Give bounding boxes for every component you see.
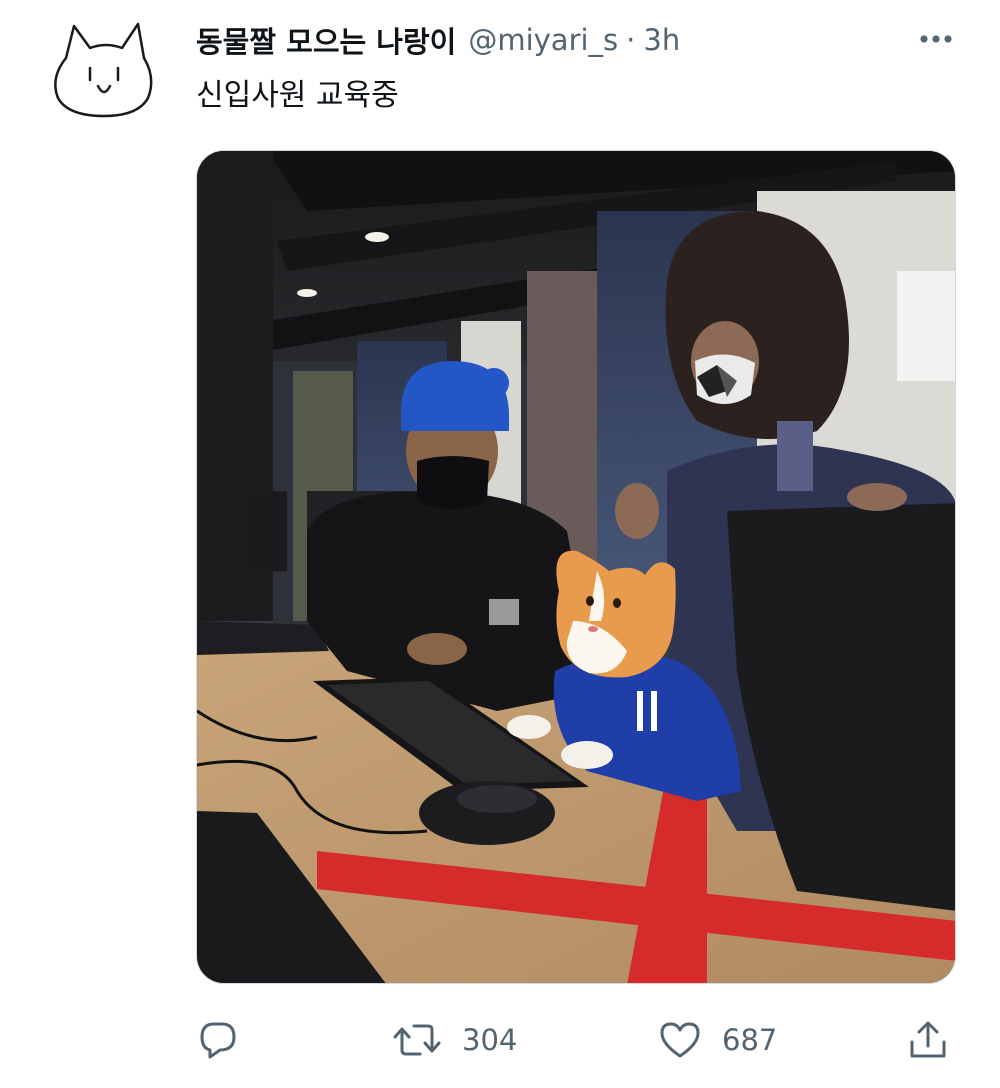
- tweet-text: 신입사원 교육중: [196, 78, 399, 113]
- retweet-count: 304: [462, 1023, 518, 1057]
- retweet-icon: [393, 1024, 441, 1056]
- heart-icon: [660, 1022, 700, 1058]
- office-cat-photo: [197, 151, 955, 983]
- tweet-timestamp[interactable]: 3h: [643, 23, 680, 57]
- share-button[interactable]: [906, 1014, 950, 1066]
- tweet[interactable]: 동물짤 모으는 나랑이 @miyari_s · 3h 신입사원 교육중 304 …: [0, 0, 1000, 1088]
- reply-icon: [200, 1022, 236, 1059]
- more-horizontal-icon: [920, 35, 952, 43]
- like-count: 687: [722, 1023, 778, 1057]
- reply-button[interactable]: [196, 1014, 240, 1066]
- cat-doodle-avatar-icon: [54, 22, 153, 118]
- like-button[interactable]: 687: [658, 1014, 777, 1066]
- tweet-actions: 304 687: [196, 1014, 956, 1066]
- author-handle[interactable]: @miyari_s: [468, 23, 618, 57]
- header-separator: ·: [626, 23, 636, 57]
- author-display-name[interactable]: 동물짤 모으는 나랑이: [196, 19, 456, 61]
- share-icon: [910, 1021, 946, 1058]
- avatar[interactable]: [46, 18, 162, 122]
- more-button[interactable]: [916, 24, 956, 54]
- tweet-header: 동물짤 모으는 나랑이 @miyari_s · 3h: [196, 16, 960, 64]
- retweet-button[interactable]: 304: [392, 1014, 517, 1066]
- tweet-photo[interactable]: [196, 150, 956, 984]
